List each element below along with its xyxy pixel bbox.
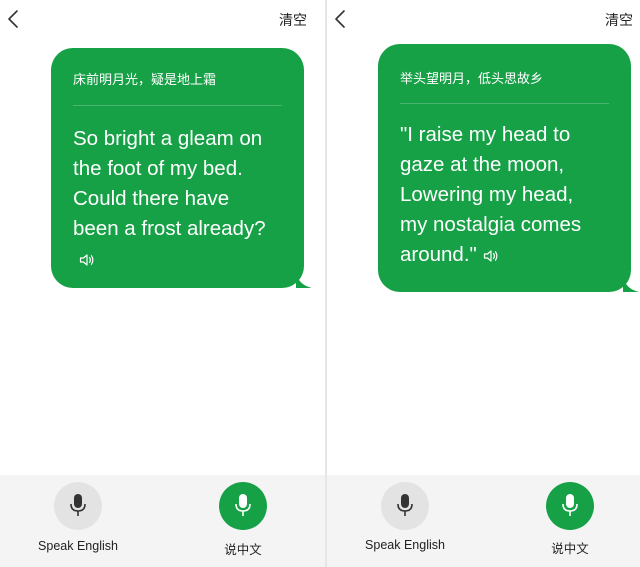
back-button[interactable] xyxy=(4,8,24,30)
microphone-icon xyxy=(235,494,251,516)
right-translator-screen: 清空 举头望明月，低头思故乡 "I raise my head to gaze … xyxy=(327,0,640,567)
translated-english-text: "I raise my head to gaze at the moon, Lo… xyxy=(400,120,615,270)
translation-line: the foot of my bed. xyxy=(73,157,243,180)
speaker-row xyxy=(73,244,283,274)
translation-line: "I raise my head to xyxy=(400,123,571,146)
translated-english-text: So bright a gleam on the foot of my bed.… xyxy=(73,124,283,274)
translation-line: been a frost already? xyxy=(73,217,266,240)
translation-bubble: 举头望明月，低头思故乡 "I raise my head to gaze at … xyxy=(378,44,639,292)
speaker-icon[interactable] xyxy=(79,253,95,267)
translation-line: gaze at the moon, xyxy=(400,153,565,176)
translation-line: Could there have xyxy=(73,187,230,210)
clear-button[interactable]: 清空 xyxy=(605,10,633,30)
speak-english-button[interactable] xyxy=(54,482,102,530)
translation-line-last: around." xyxy=(400,240,615,270)
left-translator-screen: 清空 床前明月光，疑是地上霜 So bright a gleam on the … xyxy=(0,0,325,567)
microphone-icon xyxy=(70,494,86,516)
clear-button[interactable]: 清空 xyxy=(279,10,307,30)
back-button[interactable] xyxy=(331,8,351,30)
source-chinese-text: 床前明月光，疑是地上霜 xyxy=(73,73,217,88)
speak-english-button[interactable] xyxy=(381,482,429,530)
bubble-tail xyxy=(296,272,312,288)
chevron-left-icon xyxy=(335,10,345,28)
voice-input-bar: Speak English 说中文 xyxy=(327,475,640,567)
bubble-divider xyxy=(400,103,609,104)
chevron-left-icon xyxy=(8,10,18,28)
speak-chinese-label: 说中文 xyxy=(224,542,262,557)
translation-line: around." xyxy=(400,243,477,266)
speak-chinese-label: 说中文 xyxy=(551,541,589,556)
bubble-tail xyxy=(623,276,639,292)
translation-line: So bright a gleam on xyxy=(73,127,263,150)
microphone-icon xyxy=(397,494,413,516)
speak-english-label: Speak English xyxy=(38,539,118,553)
translation-line: my nostalgia comes xyxy=(400,213,582,236)
bubble-divider xyxy=(73,105,282,106)
translation-line: Lowering my head, xyxy=(400,183,574,206)
speak-chinese-button[interactable] xyxy=(219,482,267,530)
source-chinese-text: 举头望明月，低头思故乡 xyxy=(400,72,544,87)
translation-bubble: 床前明月光，疑是地上霜 So bright a gleam on the foo… xyxy=(51,48,312,288)
microphone-icon xyxy=(562,494,578,516)
speak-english-label: Speak English xyxy=(365,538,445,552)
voice-input-bar: Speak English 说中文 xyxy=(0,475,325,567)
speaker-icon[interactable] xyxy=(483,249,499,263)
speak-chinese-button[interactable] xyxy=(546,482,594,530)
